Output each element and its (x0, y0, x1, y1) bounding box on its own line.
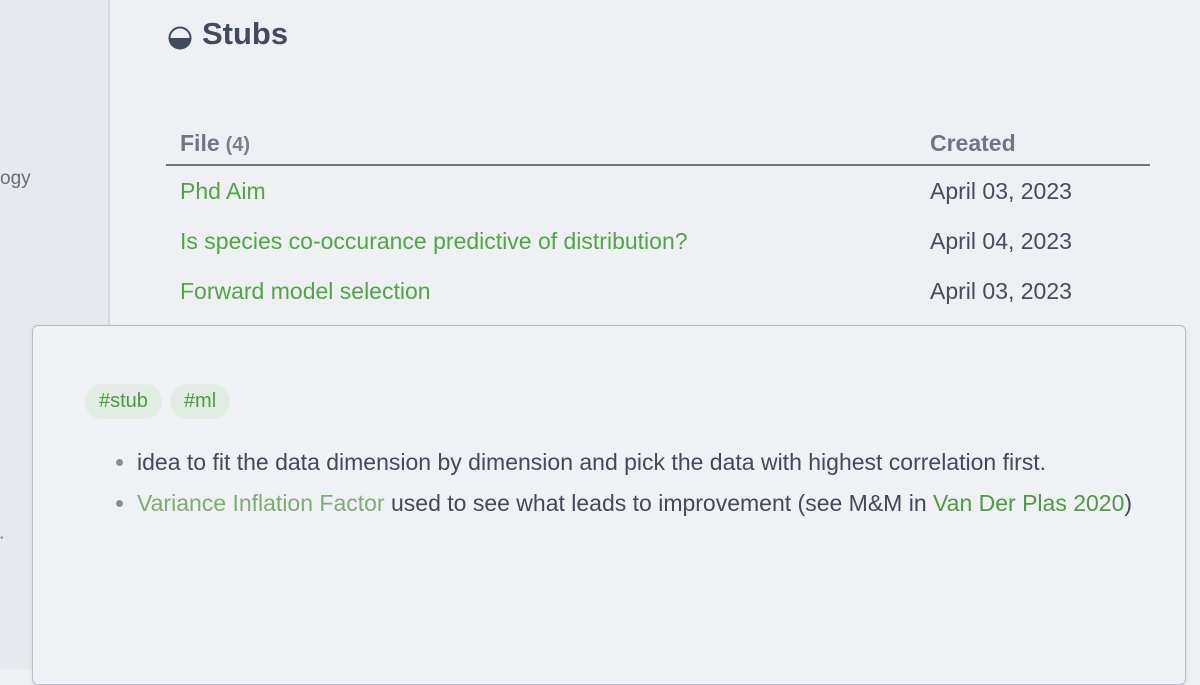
list-item: idea to fit the data dimension by dimens… (137, 444, 1157, 481)
column-header-created[interactable]: Created (930, 130, 1136, 157)
internal-link[interactable]: Van Der Plas 2020 (933, 490, 1124, 516)
table-row: Phd Aim April 03, 2023 (166, 166, 1150, 216)
hover-preview-popover: #stub #ml idea to fit the data dimension… (32, 325, 1186, 685)
page-title: Stubs (168, 16, 288, 52)
tag-stub[interactable]: #stub (85, 384, 162, 419)
tag-list: #stub #ml (85, 384, 231, 419)
page-title-text: Stubs (202, 16, 289, 51)
bullet-text: used to see what leads to improvement (s… (384, 490, 934, 516)
created-date: April 03, 2023 (930, 177, 1072, 204)
table-header: File (4) Created (166, 122, 1150, 166)
file-table: File (4) Created Phd Aim April 03, 2023 … (166, 122, 1150, 316)
list-item: Variance Inflation Factor used to see wh… (137, 485, 1157, 522)
sidebar-marker: • (0, 533, 4, 544)
created-date: April 03, 2023 (930, 277, 1072, 304)
created-date: April 04, 2023 (930, 227, 1072, 254)
file-link[interactable]: Phd Aim (180, 178, 266, 205)
column-header-file-label: File (180, 129, 220, 156)
table-row: Is species co-occurance predictive of di… (166, 216, 1150, 266)
tag-ml[interactable]: #ml (169, 384, 231, 419)
file-link[interactable]: Forward model selection (180, 278, 431, 305)
unresolved-link[interactable]: Variance Inflation Factor (137, 490, 385, 516)
file-link[interactable]: Is species co-occurance predictive of di… (180, 228, 688, 255)
bullet-text: ) (1124, 490, 1133, 516)
sidebar-item-label[interactable]: ogy (0, 168, 31, 190)
bullet-list: idea to fit the data dimension by dimens… (101, 444, 1157, 526)
bullet-text: idea to fit the data dimension by dimens… (137, 449, 1047, 475)
half-circle-icon (168, 22, 192, 50)
column-header-file[interactable]: File (4) (180, 130, 250, 157)
table-row: Forward model selection April 03, 2023 (166, 266, 1150, 316)
file-count: (4) (225, 133, 251, 156)
